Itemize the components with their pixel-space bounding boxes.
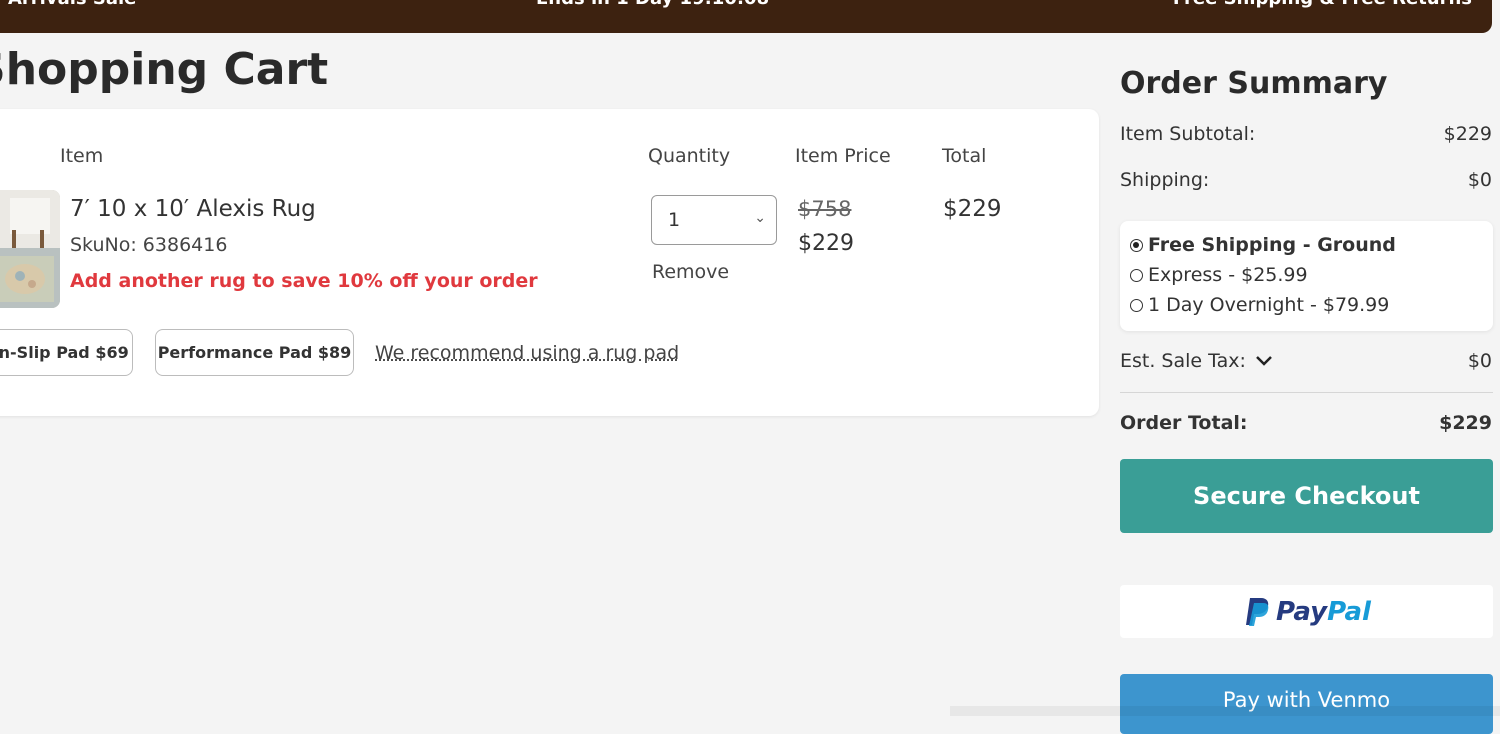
original-price: $758 — [798, 197, 852, 221]
paypal-word-pal: Pal — [1327, 596, 1371, 627]
shipping-option-ground[interactable]: Free Shipping - Ground — [1130, 234, 1396, 256]
shipping-options: Free Shipping - Ground Express - $25.99 … — [1120, 221, 1493, 331]
quantity-value: 1 — [668, 209, 681, 231]
quantity-select[interactable]: 1 ⌄ — [651, 195, 777, 245]
column-header-item: Item — [60, 145, 104, 167]
secure-checkout-button[interactable]: Secure Checkout — [1120, 459, 1493, 533]
promo-bar-right-text: Free Shipping & Free Returns — [1173, 0, 1472, 9]
shipping-value: $0 — [1467, 169, 1492, 191]
promo-bar-left-text: Arrivals Sale — [8, 0, 136, 9]
column-header-item-price: Item Price — [795, 145, 891, 167]
order-summary-title: Order Summary — [1120, 66, 1388, 101]
column-header-quantity: Quantity — [648, 145, 731, 167]
line-total: $229 — [943, 196, 1002, 222]
remove-item-link[interactable]: Remove — [652, 261, 729, 283]
paypal-wordmark: PayPal — [1276, 597, 1371, 627]
paypal-button[interactable]: PayPal — [1120, 585, 1493, 638]
column-header-total: Total — [942, 145, 987, 167]
radio-selected-icon — [1130, 238, 1143, 252]
venmo-button[interactable]: Pay with Venmo — [1120, 674, 1493, 734]
order-total-label: Order Total: — [1120, 412, 1248, 434]
promo-bar-countdown: Ends in 1 Day 19:10:08 — [536, 0, 769, 9]
chevron-down-icon: ⌄ — [754, 210, 766, 226]
rug-image-icon — [0, 190, 60, 308]
shipping-option-label: Express - $25.99 — [1148, 264, 1308, 286]
tax-value: $0 — [1467, 350, 1492, 372]
order-total-value: $229 — [1439, 412, 1492, 434]
paypal-logo-icon — [1246, 597, 1269, 626]
shipping-option-overnight[interactable]: 1 Day Overnight - $79.99 — [1130, 294, 1389, 316]
shipping-label: Shipping: — [1120, 169, 1210, 191]
non-slip-pad-button[interactable]: Non-Slip Pad $69 — [0, 329, 133, 376]
summary-divider — [1120, 392, 1493, 393]
chevron-down-icon[interactable] — [1254, 352, 1274, 374]
tax-label: Est. Sale Tax: — [1120, 350, 1246, 372]
product-sku: SkuNo: 6386416 — [70, 234, 228, 256]
radio-unselected-icon — [1130, 268, 1143, 282]
performance-pad-button[interactable]: Performance Pad $89 — [155, 329, 354, 376]
rug-pad-recommendation-link[interactable]: We recommend using a rug pad — [375, 342, 679, 364]
shipping-option-label: 1 Day Overnight - $79.99 — [1148, 294, 1390, 316]
bottom-shadow — [950, 706, 1500, 716]
promo-bar: Arrivals Sale Ends in 1 Day 19:10:08 Fre… — [0, 0, 1492, 33]
shipping-option-express[interactable]: Express - $25.99 — [1130, 264, 1308, 286]
page-title: Shopping Cart — [0, 44, 329, 95]
rug-promo-message: Add another rug to save 10% off your ord… — [70, 270, 538, 292]
subtotal-value: $229 — [1443, 123, 1492, 145]
product-name[interactable]: 7′ 10 x 10′ Alexis Rug — [70, 196, 316, 222]
radio-unselected-icon — [1130, 298, 1143, 312]
sale-price: $229 — [798, 231, 854, 256]
subtotal-label: Item Subtotal: — [1120, 123, 1256, 145]
paypal-word-pay: Pay — [1276, 596, 1328, 627]
product-thumbnail[interactable] — [0, 190, 60, 308]
shipping-option-label: Free Shipping - Ground — [1148, 234, 1396, 256]
